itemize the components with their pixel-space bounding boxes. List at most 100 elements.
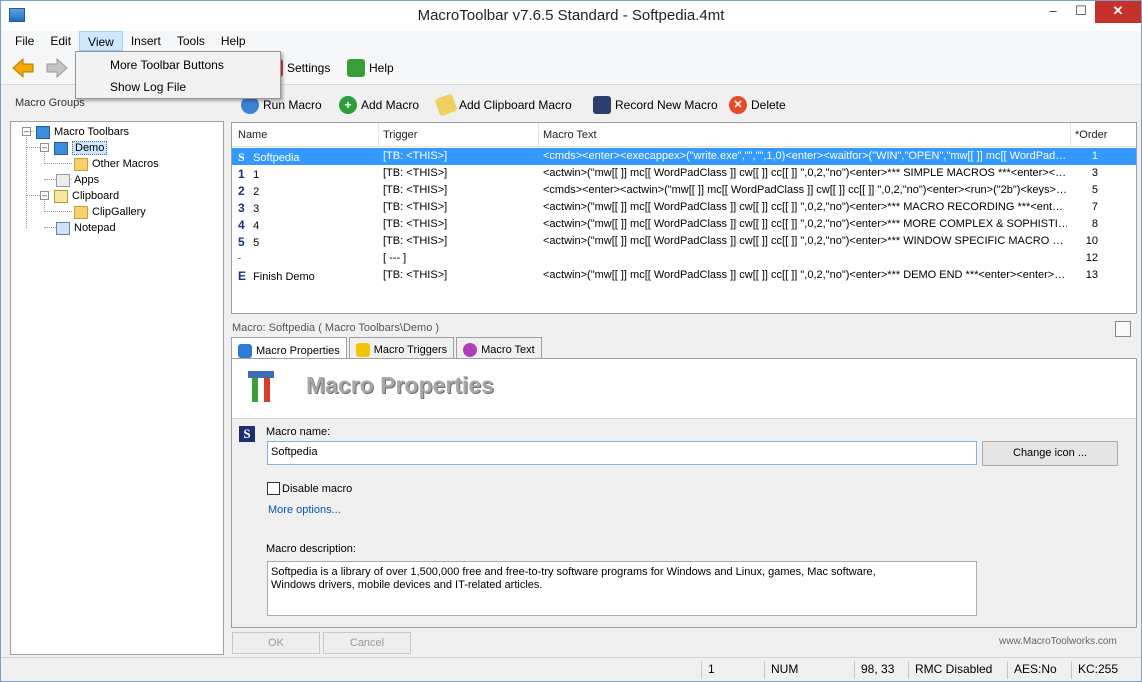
- view-menu-dropdown: More Toolbar Buttons Show Log File: [75, 51, 281, 99]
- help-button[interactable]: Help: [347, 57, 394, 79]
- tools-icon: [248, 371, 274, 402]
- back-arrow-icon: [12, 57, 34, 79]
- table-row[interactable]: S Softpedia [TB: <THIS>] <cmds><enter><e…: [232, 148, 1136, 165]
- row-trigger: [ --- ]: [383, 252, 407, 264]
- ok-button[interactable]: OK: [232, 632, 320, 654]
- tab-label: Macro Properties: [256, 344, 340, 357]
- row-name: Finish Demo: [253, 271, 315, 283]
- menu-view[interactable]: View: [79, 31, 123, 51]
- add-macro-button[interactable]: + Add Macro: [339, 94, 419, 116]
- macro-list: Name Trigger Macro Text *Order S Softped…: [231, 122, 1137, 314]
- row-name: Softpedia: [253, 152, 300, 164]
- menu-file[interactable]: File: [7, 31, 42, 51]
- lightning-icon: [355, 343, 370, 357]
- tree-item-notepad[interactable]: Notepad: [56, 220, 116, 236]
- column-header-order[interactable]: *Order: [1075, 129, 1107, 141]
- forward-button[interactable]: [45, 57, 69, 79]
- record-icon: [593, 96, 611, 114]
- macro-properties-panel: Macro Properties S Macro name: Softpedia…: [231, 358, 1137, 628]
- tree-item-apps[interactable]: Apps: [56, 172, 99, 188]
- menu-insert[interactable]: Insert: [123, 31, 169, 51]
- row-macro-text: <actwin>("mw[[ ]] mc[[ WordPadClass ]] c…: [543, 235, 1064, 247]
- expand-toggle-demo[interactable]: –: [40, 143, 49, 152]
- toolbar-icon: [54, 141, 68, 155]
- tab-label: Macro Text: [481, 344, 535, 356]
- add-clipboard-macro-label: Add Clipboard Macro: [459, 98, 572, 112]
- menu-edit[interactable]: Edit: [42, 31, 79, 51]
- row-macro-text: <cmds><enter><actwin>("mw[[ ]] mc[[ Word…: [543, 184, 1067, 196]
- expand-toggle-clipboard[interactable]: –: [40, 191, 49, 200]
- row-order: 8: [1091, 218, 1098, 230]
- separator-icon: -: [238, 253, 241, 263]
- macro-name-input[interactable]: Softpedia: [267, 441, 977, 465]
- row-name: 5: [253, 237, 260, 249]
- menu-tools[interactable]: Tools: [169, 31, 213, 51]
- table-row[interactable]: - [ --- ] 12: [232, 250, 1136, 267]
- table-row[interactable]: 1 1 [TB: <THIS>] <actwin>("mw[[ ]] mc[[ …: [232, 165, 1136, 182]
- help-icon: [347, 59, 365, 77]
- delete-button[interactable]: ✕ Delete: [729, 94, 786, 116]
- tree-item-clipgallery[interactable]: ClipGallery: [74, 204, 146, 220]
- status-count: 1: [701, 661, 763, 679]
- menu-item-show-log-file[interactable]: Show Log File: [76, 79, 280, 101]
- status-num: NUM: [764, 661, 814, 679]
- grid-header: Name Trigger Macro Text *Order: [232, 123, 1136, 147]
- change-icon-button[interactable]: Change icon ...: [982, 441, 1118, 466]
- clipboard-icon: [54, 189, 68, 203]
- tab-macro-text[interactable]: Macro Text: [456, 337, 542, 359]
- add-macro-label: Add Macro: [361, 98, 420, 112]
- table-row[interactable]: 3 3 [TB: <THIS>] <actwin>("mw[[ ]] mc[[ …: [232, 199, 1136, 216]
- table-row[interactable]: 5 5 [TB: <THIS>] <actwin>("mw[[ ]] mc[[ …: [232, 233, 1136, 250]
- disable-macro-label: Disable macro: [282, 483, 353, 495]
- menu-bar: File Edit View Insert Tools Help: [1, 31, 1141, 51]
- back-button[interactable]: [11, 57, 35, 79]
- app-window: MacroToolbar v7.6.5 Standard - Softpedia…: [0, 0, 1142, 682]
- properties-tabs: Macro Properties Macro Triggers Macro Te…: [231, 337, 544, 360]
- macro-toolbar: Run Macro + Add Macro Add Clipboard Macr…: [231, 89, 1139, 121]
- table-row[interactable]: E Finish Demo [TB: <THIS>] <actwin>("mw[…: [232, 267, 1136, 284]
- menu-item-more-toolbar-buttons[interactable]: More Toolbar Buttons: [76, 57, 280, 79]
- macro-groups-tree: – – – Macro Toolbars Demo Other Macros A…: [10, 121, 224, 655]
- more-options-link[interactable]: More options...: [268, 504, 341, 516]
- add-clipboard-macro-button[interactable]: Add Clipboard Macro: [434, 93, 572, 117]
- macro-icon: 5: [238, 235, 245, 249]
- status-coordinates: 98, 33: [854, 661, 907, 679]
- tree-item-label: ClipGallery: [92, 206, 146, 218]
- menu-help[interactable]: Help: [213, 31, 254, 51]
- column-header-name[interactable]: Name: [238, 129, 267, 141]
- tree-item-other-macros[interactable]: Other Macros: [74, 156, 159, 172]
- tree-item-label: Clipboard: [72, 190, 120, 202]
- toolbar-icon: [36, 125, 50, 139]
- macro-description-textarea[interactable]: Softpedia is a library of over 1,500,000…: [267, 561, 977, 616]
- row-order: 1: [1091, 150, 1098, 162]
- tree-item-macro-toolbars[interactable]: Macro Toolbars: [36, 124, 129, 140]
- cancel-button[interactable]: Cancel: [323, 632, 411, 654]
- forward-arrow-icon: [46, 57, 68, 79]
- tree-item-clipboard[interactable]: Clipboard: [54, 188, 119, 204]
- disable-macro-checkbox[interactable]: [267, 482, 280, 495]
- macro-icon: 4: [238, 218, 245, 232]
- row-trigger: [TB: <THIS>]: [383, 269, 448, 281]
- column-header-trigger[interactable]: Trigger: [383, 129, 417, 141]
- tree-item-demo[interactable]: Demo: [54, 140, 108, 156]
- website-label: www.MacroToolworks.com: [999, 636, 1117, 647]
- dock-toggle-button[interactable]: [1115, 321, 1131, 337]
- minimize-button[interactable]: –: [1039, 1, 1067, 23]
- expand-toggle-macro-toolbars[interactable]: –: [22, 127, 31, 136]
- column-header-macro-text[interactable]: Macro Text: [543, 129, 597, 141]
- tab-macro-properties[interactable]: Macro Properties: [231, 337, 347, 360]
- row-macro-text: <actwin>("mw[[ ]] mc[[ WordPadClass ]] c…: [543, 269, 1066, 281]
- macro-icon: 3: [238, 201, 245, 215]
- close-button[interactable]: ✕: [1095, 1, 1141, 23]
- table-row[interactable]: 2 2 [TB: <THIS>] <cmds><enter><actwin>("…: [232, 182, 1136, 199]
- maximize-button[interactable]: ☐: [1067, 1, 1095, 23]
- tab-macro-triggers[interactable]: Macro Triggers: [348, 337, 455, 359]
- row-name: 1: [253, 169, 260, 181]
- row-name: 4: [253, 220, 260, 232]
- tree-item-label: Demo: [72, 141, 108, 155]
- table-row[interactable]: 4 4 [TB: <THIS>] <actwin>("mw[[ ]] mc[[ …: [232, 216, 1136, 233]
- macro-icon: 1: [238, 167, 245, 181]
- record-new-macro-button[interactable]: Record New Macro: [593, 94, 718, 116]
- notepad-icon: [56, 221, 70, 235]
- row-name: 2: [253, 186, 260, 198]
